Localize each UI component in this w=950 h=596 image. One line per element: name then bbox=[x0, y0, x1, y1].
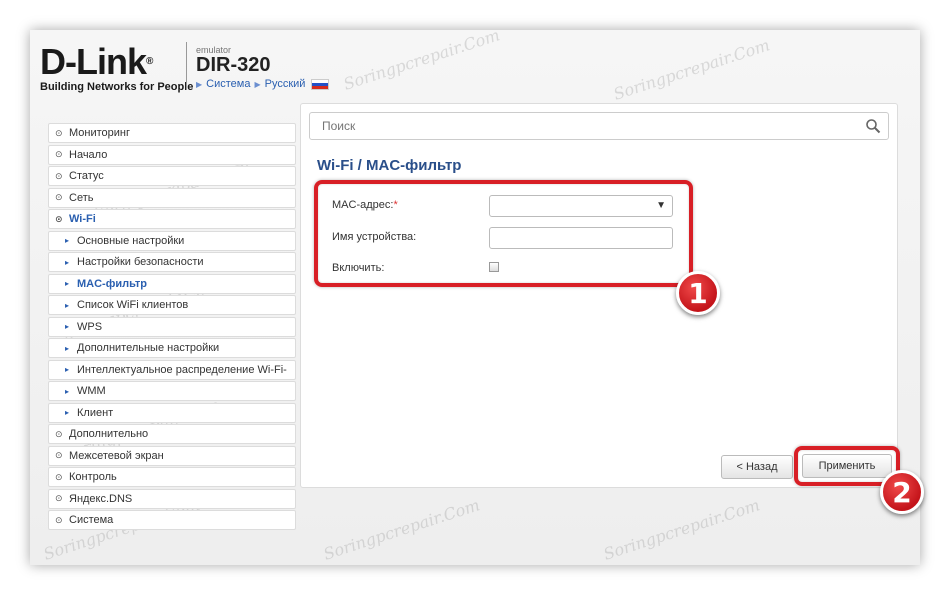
sidebar-item-additional[interactable]: ⊙ Дополнительно bbox=[48, 424, 296, 444]
language-link[interactable]: Русский bbox=[265, 78, 306, 90]
dlink-logo: D-Link® Building Networks for People bbox=[40, 41, 194, 94]
bullet-icon: ▸ bbox=[65, 300, 70, 310]
arrow-right-icon: ▶ bbox=[196, 79, 203, 89]
sidebar-item-monitoring[interactable]: ⊙ Мониторинг bbox=[48, 123, 296, 143]
back-button[interactable]: < Назад bbox=[721, 455, 793, 479]
sidebar-item-firewall[interactable]: ⊙ Межсетевой экран bbox=[48, 445, 296, 466]
arrow-right-icon: ⊙ bbox=[55, 450, 63, 460]
bullet-icon: ▸ bbox=[65, 322, 70, 331]
arrow-right-icon: ⊙ bbox=[55, 149, 63, 159]
sidebar-item-yandex-dns[interactable]: ⊙ Яндекс.DNS bbox=[48, 488, 296, 509]
bullet-icon: ▸ bbox=[65, 365, 70, 374]
sidebar-item-wifi-clients[interactable]: ▸ Список WiFi клиентов bbox=[48, 295, 296, 315]
bullet-icon: ▸ bbox=[65, 408, 70, 417]
sidebar-item-network[interactable]: ⊙ Сеть bbox=[48, 187, 296, 208]
model-name: DIR-320 bbox=[196, 54, 271, 76]
chevron-down-icon: ⊙ bbox=[55, 213, 63, 224]
brand-tagline: Building Networks for People bbox=[40, 81, 194, 93]
sidebar-item-wmm[interactable]: ▸ WMM bbox=[48, 381, 296, 401]
bullet-icon: ▸ bbox=[65, 386, 70, 396]
arrow-right-icon: ⊙ bbox=[55, 493, 63, 503]
search-icon[interactable] bbox=[858, 113, 888, 139]
search-input[interactable] bbox=[310, 118, 858, 134]
arrow-right-icon: ⊙ bbox=[55, 192, 63, 202]
bullet-icon: ▸ bbox=[65, 279, 70, 288]
sidebar-item-status[interactable]: ⊙ Статус bbox=[48, 166, 296, 186]
bullet-icon: ▸ bbox=[65, 236, 70, 245]
sidebar-item-control[interactable]: ⊙ Контроль bbox=[48, 467, 296, 487]
arrow-right-icon: ⊙ bbox=[55, 428, 63, 439]
russian-flag-icon[interactable] bbox=[311, 78, 330, 90]
bullet-icon: ▸ bbox=[65, 343, 70, 353]
sidebar-item-security-settings[interactable]: ▸ Настройки безопасности bbox=[48, 252, 296, 272]
bullet-icon: ▸ bbox=[65, 257, 70, 267]
arrow-right-icon: ⊙ bbox=[55, 471, 63, 482]
sidebar-item-wps[interactable]: ▸ WPS bbox=[48, 316, 296, 337]
sidebar-item-start[interactable]: ⊙ Начало bbox=[48, 144, 296, 165]
sidebar-item-mac-filter[interactable]: ▸ MAC-фильтр bbox=[48, 273, 296, 294]
step-badge-2: 2 bbox=[880, 470, 924, 514]
step-badge-1: 1 bbox=[676, 271, 720, 315]
page-title: Wi-Fi / MAC-фильтр bbox=[317, 157, 462, 174]
arrow-right-icon: ⊙ bbox=[55, 514, 63, 525]
model-info: emulator DIR-320 ▶ Система ▶ Русский bbox=[196, 45, 330, 90]
apply-button[interactable]: Применить bbox=[802, 454, 892, 478]
sidebar-item-client[interactable]: ▸ Клиент bbox=[48, 402, 296, 423]
sidebar-item-advanced-settings[interactable]: ▸ Дополнительные настройки bbox=[48, 338, 296, 358]
brand-name: D-Link® bbox=[40, 41, 153, 82]
sidebar-item-smart-distribution[interactable]: ▸ Интеллектуальное распределение Wi-Fi- bbox=[48, 359, 296, 380]
sidebar-item-basic-settings[interactable]: ▸ Основные настройки bbox=[48, 230, 296, 251]
sidebar-menu: ⊙ Мониторинг ⊙ Начало ⊙ Статус ⊙ Сеть ⊙ Wi-Fi… bbox=[48, 123, 296, 532]
header-divider bbox=[186, 42, 187, 90]
arrow-right-icon: ▶ bbox=[254, 79, 261, 89]
system-link[interactable]: Система bbox=[206, 78, 250, 90]
arrow-right-icon: ⊙ bbox=[55, 127, 63, 138]
sidebar-item-system[interactable]: ⊙ Система bbox=[48, 510, 296, 530]
search-box bbox=[309, 112, 889, 140]
sidebar-item-wifi[interactable]: ⊙ Wi-Fi bbox=[48, 209, 296, 229]
header-links: ▶ Система ▶ Русский bbox=[196, 78, 330, 90]
arrow-right-icon: ⊙ bbox=[55, 170, 63, 181]
highlight-box-form bbox=[314, 180, 693, 287]
